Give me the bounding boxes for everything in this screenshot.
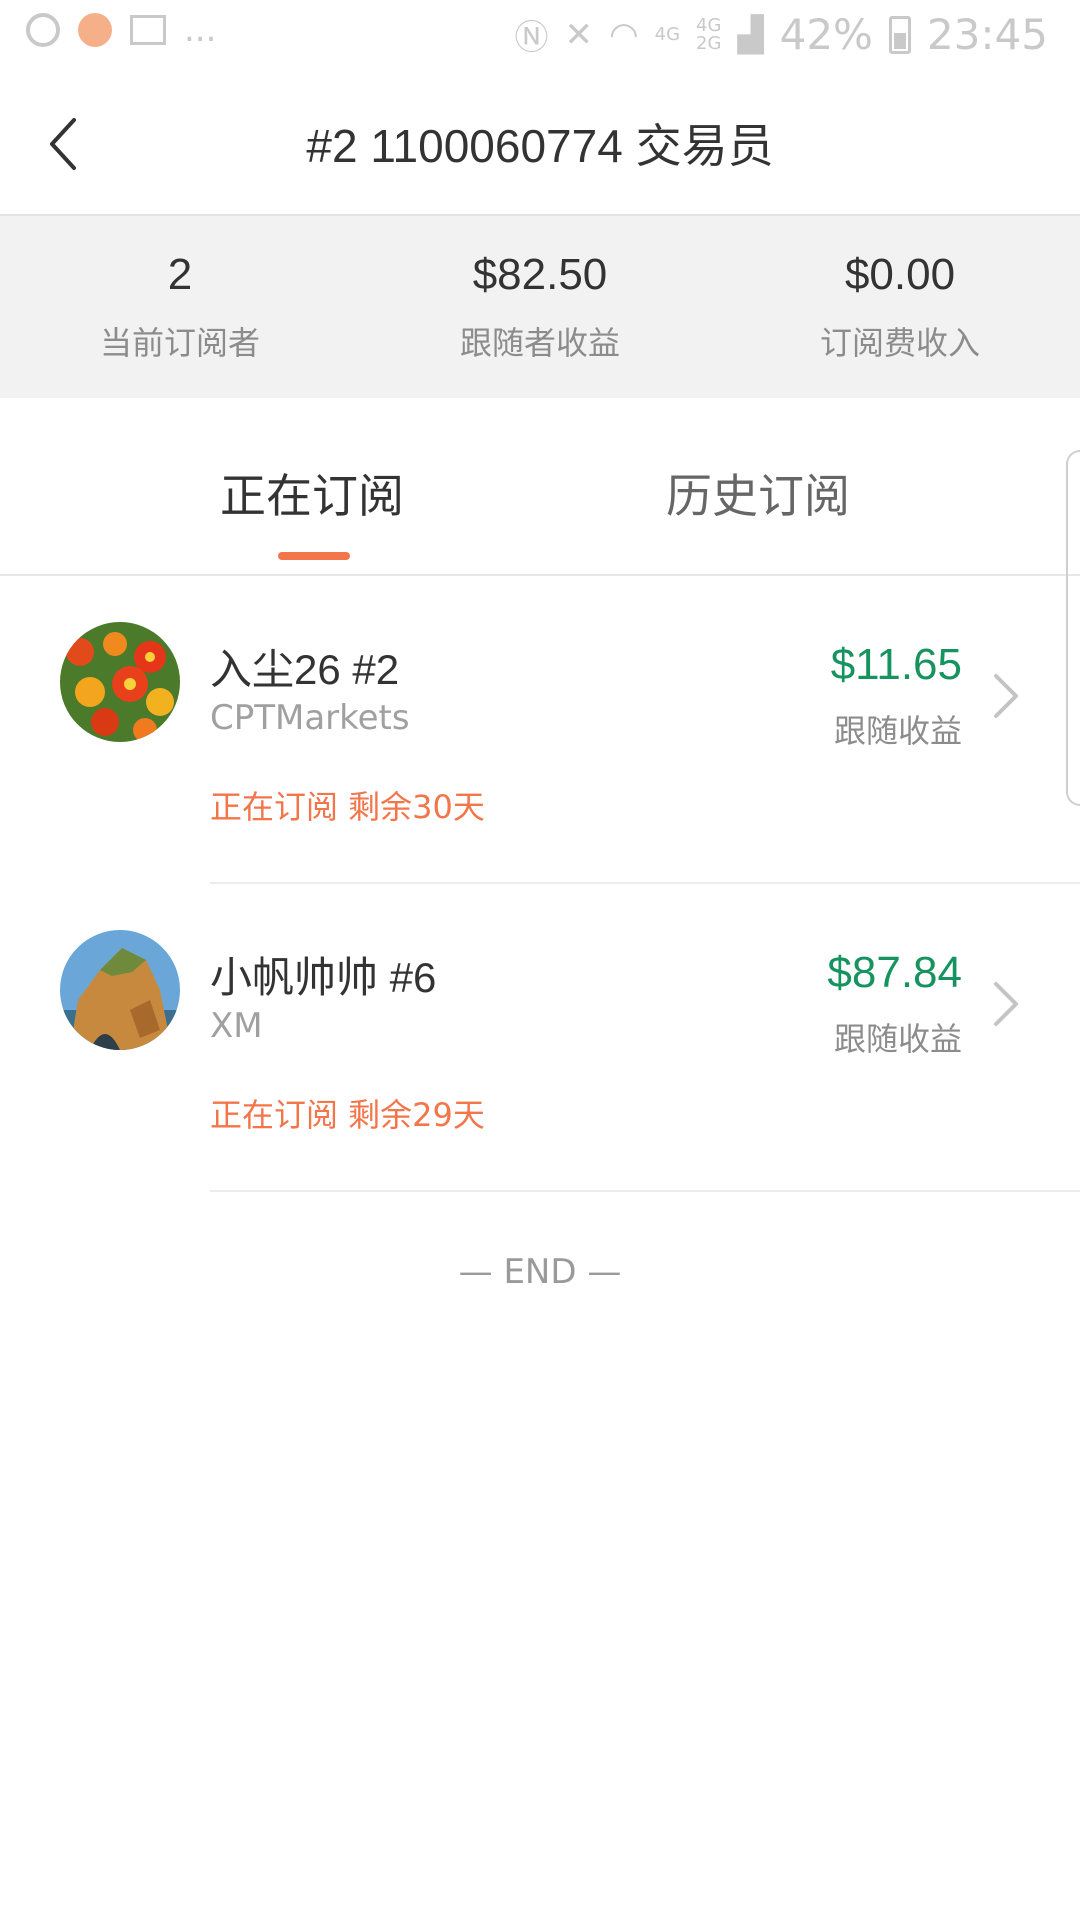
divider [210,1190,1080,1192]
stat-subscription-income: $0.00 订阅费收入 [720,216,1080,398]
rock-avatar-image [60,930,180,1050]
status-right: Ⓝ ✕ ◠ 4G 4G 2G ▟ 42% 23:45 [514,10,1048,59]
stat-value: $0.00 [844,250,956,299]
follow-earnings-label: 跟随收益 [833,1020,962,1058]
status-bar: ... Ⓝ ✕ ◠ 4G 4G 2G ▟ 42% 23:45 [0,0,1080,72]
avatar [60,622,180,742]
subscription-status: 正在订阅 剩余30天 [210,788,485,826]
stat-label: 当前订阅者 [99,324,260,362]
list-item[interactable]: 小帆帅帅 #6 XM 正在订阅 剩余29天 $87.84 跟随收益 [0,884,1080,1192]
broker-name: XM [210,1006,263,1046]
stat-value: $82.50 [472,250,608,299]
tab-history-subscriptions[interactable]: 历史订阅 [666,460,850,526]
stat-follower-earnings: $82.50 跟随者收益 [360,216,720,398]
follow-earnings-value: $11.65 [830,640,962,689]
top-navigation-bar: #2 1100060774 交易员 [0,72,1080,216]
follow-earnings-value: $87.84 [827,948,962,997]
mute-icon: ✕ [564,14,593,55]
clock: 23:45 [926,10,1048,59]
signal-icon: ▟ [737,14,764,55]
follow-earnings-label: 跟随收益 [833,712,962,750]
stat-label: 订阅费收入 [819,324,980,362]
stat-value: 2 [167,250,193,299]
network-4g: 4G [654,23,681,45]
nfc-icon: Ⓝ [514,18,549,58]
subscription-tabs: 正在订阅 历史订阅 [0,398,1080,576]
list-item[interactable]: 入尘26 #2 CPTMarkets 正在订阅 剩余30天 $11.65 跟随收… [0,576,1080,884]
calendar-icon [130,15,166,45]
wifi-icon: ◠ [608,14,639,55]
flowers-avatar-image [60,622,180,742]
subscriber-name: 入尘26 #2 [210,646,400,693]
page-title: #2 1100060774 交易员 [306,120,774,172]
stat-current-subscribers: 2 当前订阅者 [0,216,360,398]
status-left: ... [26,10,216,50]
list-end-marker: — END — [458,1252,622,1292]
network-4g2g: 4G 2G [696,14,722,54]
more-notifications: ... [184,10,217,50]
active-tab-indicator [278,552,350,560]
battery-icon [888,15,911,54]
tab-active-subscriptions[interactable]: 正在订阅 [0,460,630,526]
subscription-status: 正在订阅 剩余29天 [210,1096,485,1134]
app-icon [78,13,112,47]
broker-name: CPTMarkets [210,698,410,738]
chevron-right-icon [986,976,1026,1032]
stats-summary: 2 当前订阅者 $82.50 跟随者收益 $0.00 订阅费收入 [0,216,1080,398]
subscriber-name: 小帆帅帅 #6 [210,954,437,1001]
battery-percent: 42% [779,10,873,59]
avatar [60,930,180,1050]
sync-icon [26,13,60,47]
stat-label: 跟随者收益 [459,324,620,362]
chevron-right-icon [986,668,1026,724]
